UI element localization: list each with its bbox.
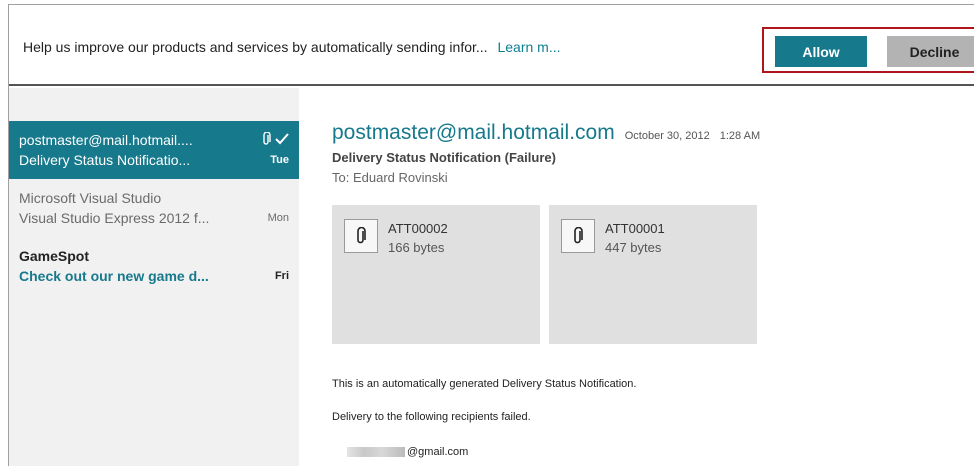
- consent-button-group: Allow Decline: [762, 27, 974, 73]
- redacted-name: [347, 447, 405, 457]
- notification-bar: Help us improve our products and service…: [9, 5, 974, 86]
- message-list-item[interactable]: GameSpot Check out our new game d... Fri: [9, 237, 299, 295]
- message-subject-heading: Delivery Status Notification (Failure): [332, 150, 556, 165]
- checkmark-icon: [275, 132, 289, 148]
- mail-app-window: Help us improve our products and service…: [8, 4, 974, 466]
- message-sender: Microsoft Visual Studio: [19, 190, 162, 206]
- message-day: Tue: [270, 154, 289, 166]
- failed-recipient: @gmail.com: [347, 446, 468, 458]
- attachment-size: 166 bytes: [388, 240, 445, 255]
- message-date: October 30, 2012: [624, 130, 710, 142]
- paperclip-icon: [344, 219, 378, 253]
- attachment-size: 447 bytes: [605, 240, 662, 255]
- learn-more-link[interactable]: Learn m...: [497, 39, 560, 55]
- attachment-tile[interactable]: ATT00001 447 bytes: [549, 205, 757, 344]
- message-sender: postmaster@mail.hotmail....: [19, 132, 193, 148]
- attachment-name: ATT00001: [605, 221, 665, 236]
- paperclip-icon: [561, 219, 595, 253]
- message-list: postmaster@mail.hotmail.... Delivery Sta…: [9, 88, 299, 466]
- sender-address[interactable]: postmaster@mail.hotmail.com: [332, 121, 615, 145]
- message-day: Fri: [274, 270, 289, 282]
- message-sender: GameSpot: [19, 248, 90, 264]
- notification-text: Help us improve our products and service…: [23, 39, 488, 55]
- message-subject: Check out our new game d...: [19, 268, 209, 284]
- attachment-tile[interactable]: ATT00002 166 bytes: [332, 205, 540, 344]
- body-paragraph: Delivery to the following recipients fai…: [332, 411, 531, 423]
- attachment-icon: [261, 130, 271, 149]
- message-header: postmaster@mail.hotmail.com October 30, …: [332, 121, 760, 145]
- decline-button[interactable]: Decline: [887, 36, 974, 67]
- message-list-item[interactable]: postmaster@mail.hotmail.... Delivery Sta…: [9, 121, 299, 179]
- message-subject: Delivery Status Notificatio...: [19, 152, 191, 168]
- recipient-domain: @gmail.com: [407, 446, 469, 458]
- allow-button[interactable]: Allow: [775, 36, 867, 67]
- recipient-line: To: Eduard Rovinski: [332, 170, 448, 185]
- reading-pane: postmaster@mail.hotmail.com October 30, …: [299, 88, 974, 466]
- message-time: 1:28 AM: [719, 130, 761, 142]
- message-day: Mon: [267, 212, 289, 224]
- notification-message: Help us improve our products and service…: [23, 39, 561, 55]
- attachment-name: ATT00002: [388, 221, 448, 236]
- body-paragraph: This is an automatically generated Deliv…: [332, 378, 637, 390]
- message-subject: Visual Studio Express 2012 f...: [19, 210, 210, 226]
- message-list-item[interactable]: Microsoft Visual Studio Visual Studio Ex…: [9, 179, 299, 237]
